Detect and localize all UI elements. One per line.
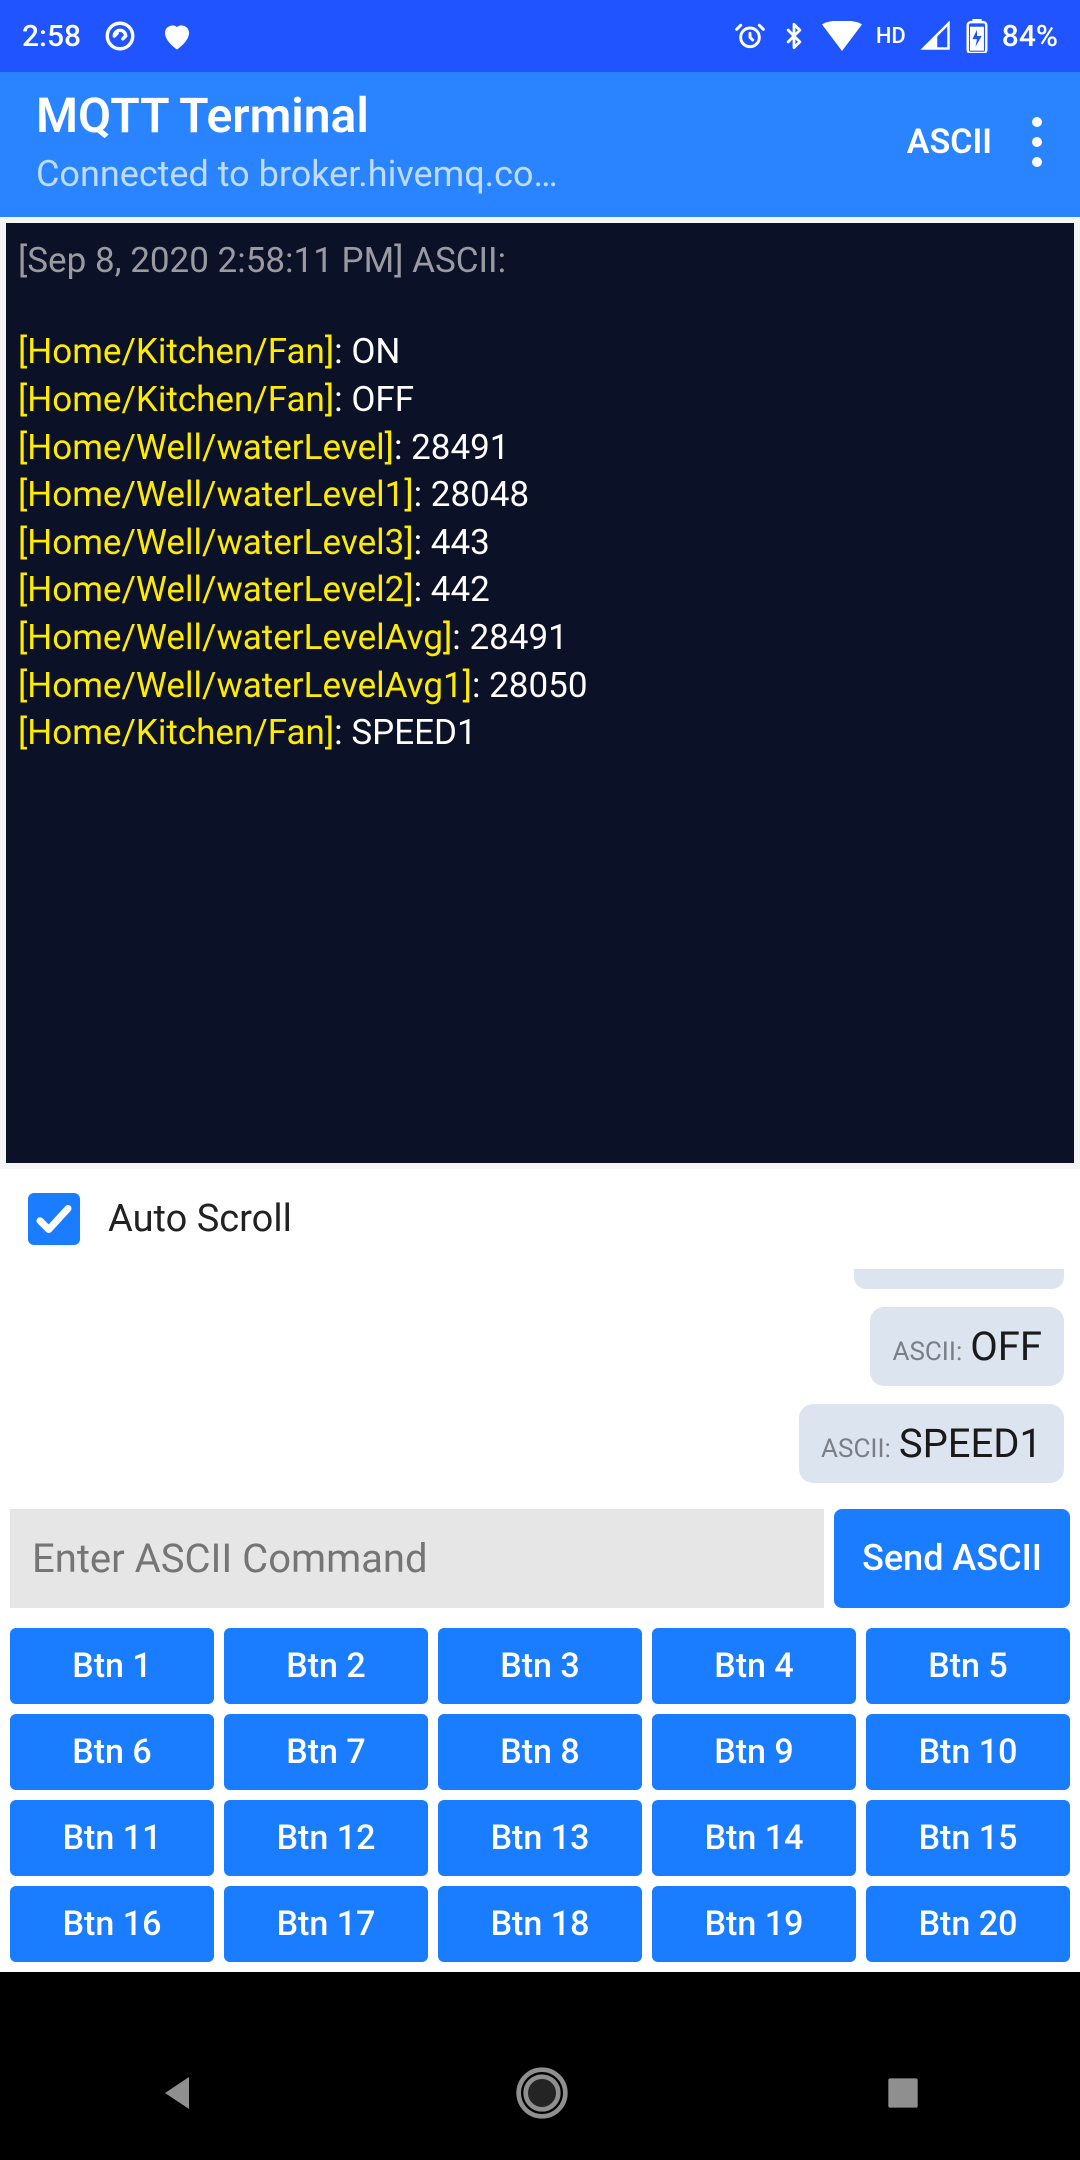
app-subtitle: Connected to broker.hivemq.co… (36, 153, 736, 195)
battery-pct: 84% (1002, 19, 1058, 54)
app-bar: MQTT Terminal Connected to broker.hivemq… (0, 72, 1080, 217)
macro-button[interactable]: Btn 14 (652, 1800, 856, 1876)
autoscroll-row: Auto Scroll (0, 1169, 1080, 1269)
wifi-hd-label: HD (876, 24, 906, 49)
topic-value: ON (351, 331, 400, 372)
macro-button[interactable]: Btn 17 (224, 1886, 428, 1962)
wifi-icon (822, 21, 862, 51)
macro-button[interactable]: Btn 13 (438, 1800, 642, 1876)
nav-recent-icon[interactable] (881, 2071, 925, 2115)
battery-icon (966, 19, 988, 53)
macro-button[interactable]: Btn 9 (652, 1714, 856, 1790)
topic-value: 28491 (469, 617, 567, 658)
macro-button[interactable]: Btn 10 (866, 1714, 1070, 1790)
nav-back-icon[interactable] (155, 2069, 203, 2117)
sent-bubble-partial (854, 1269, 1064, 1289)
terminal-line: [Home/Well/waterLevel]: 28491 (18, 424, 1062, 472)
terminal-line: [Home/Well/waterLevel3]: 443 (18, 519, 1062, 567)
ascii-mode-button[interactable]: ASCII (907, 122, 992, 162)
macro-button[interactable]: Btn 20 (866, 1886, 1070, 1962)
topic-label: [Home/Well/waterLevel3] (18, 522, 414, 563)
macro-button[interactable]: Btn 18 (438, 1886, 642, 1962)
sent-messages: ASCII: OFF ASCII: SPEED1 (0, 1269, 1080, 1499)
nav-home-icon[interactable] (514, 2065, 570, 2121)
topic-label: [Home/Well/waterLevel] (18, 427, 394, 468)
topic-label: [Home/Well/waterLevelAvg] (18, 617, 452, 658)
macro-button[interactable]: Btn 19 (652, 1886, 856, 1962)
command-row: Send ASCII (0, 1499, 1080, 1618)
macro-button[interactable]: Btn 6 (10, 1714, 214, 1790)
app-title: MQTT Terminal (36, 90, 907, 143)
sent-bubble[interactable]: ASCII: OFF (870, 1307, 1064, 1386)
heart-icon (159, 18, 195, 54)
terminal-line: [Home/Well/waterLevelAvg]: 28491 (18, 614, 1062, 662)
topic-value: 28491 (411, 427, 509, 468)
bluetooth-icon (780, 19, 808, 53)
macro-button[interactable]: Btn 15 (866, 1800, 1070, 1876)
status-bar: 2:58 HD 84% (0, 0, 1080, 72)
autoscroll-checkbox[interactable] (28, 1193, 80, 1245)
terminal-header: [Sep 8, 2020 2:58:11 PM] ASCII: (18, 237, 1062, 285)
macro-button[interactable]: Btn 7 (224, 1714, 428, 1790)
macro-button[interactable]: Btn 4 (652, 1628, 856, 1704)
macro-button-grid: Btn 1Btn 2Btn 3Btn 4Btn 5 Btn 6Btn 7Btn 8… (0, 1618, 1080, 1972)
status-time: 2:58 (22, 19, 81, 54)
more-menu-icon[interactable] (1032, 117, 1044, 167)
send-button[interactable]: Send ASCII (834, 1509, 1070, 1608)
terminal-line: [Home/Well/waterLevelAvg1]: 28050 (18, 662, 1062, 710)
nav-bar (0, 2026, 1080, 2160)
sent-payload: SPEED1 (899, 1420, 1042, 1467)
sent-prefix: ASCII: (892, 1337, 962, 1367)
macro-button[interactable]: Btn 16 (10, 1886, 214, 1962)
topic-label: [Home/Well/waterLevelAvg1] (18, 665, 472, 706)
macro-button[interactable]: Btn 8 (438, 1714, 642, 1790)
autoscroll-label: Auto Scroll (108, 1197, 292, 1241)
topic-label: [Home/Kitchen/Fan] (18, 331, 334, 372)
topic-value: OFF (351, 379, 414, 420)
sent-payload: OFF (970, 1323, 1042, 1370)
macro-button[interactable]: Btn 1 (10, 1628, 214, 1704)
macro-button[interactable]: Btn 5 (866, 1628, 1070, 1704)
topic-label: [Home/Kitchen/Fan] (18, 712, 334, 753)
topic-value: 443 (431, 522, 490, 563)
macro-button[interactable]: Btn 3 (438, 1628, 642, 1704)
topic-value: 28048 (431, 474, 529, 515)
command-input[interactable] (10, 1509, 824, 1608)
macro-button[interactable]: Btn 2 (224, 1628, 428, 1704)
topic-value: SPEED1 (351, 712, 476, 753)
topic-label: [Home/Kitchen/Fan] (18, 379, 334, 420)
macro-button[interactable]: Btn 11 (10, 1800, 214, 1876)
signal-icon (920, 21, 952, 51)
terminal-line: [Home/Kitchen/Fan]: SPEED1 (18, 709, 1062, 757)
terminal-line: [Home/Well/waterLevel1]: 28048 (18, 471, 1062, 519)
topic-value: 442 (431, 569, 490, 610)
terminal-line: [Home/Well/waterLevel2]: 442 (18, 566, 1062, 614)
terminal-line: [Home/Kitchen/Fan]: OFF (18, 376, 1062, 424)
sent-prefix: ASCII: (821, 1434, 891, 1464)
topic-label: [Home/Well/waterLevel1] (18, 474, 414, 515)
alarm-icon (734, 20, 766, 52)
sent-bubble[interactable]: ASCII: SPEED1 (799, 1404, 1064, 1483)
topic-value: 28050 (489, 665, 587, 706)
sync-icon (103, 19, 137, 53)
terminal-output[interactable]: [Sep 8, 2020 2:58:11 PM] ASCII: [Home/Ki… (6, 223, 1074, 1163)
macro-button[interactable]: Btn 12 (224, 1800, 428, 1876)
topic-label: [Home/Well/waterLevel2] (18, 569, 414, 610)
terminal-line: [Home/Kitchen/Fan]: ON (18, 328, 1062, 376)
